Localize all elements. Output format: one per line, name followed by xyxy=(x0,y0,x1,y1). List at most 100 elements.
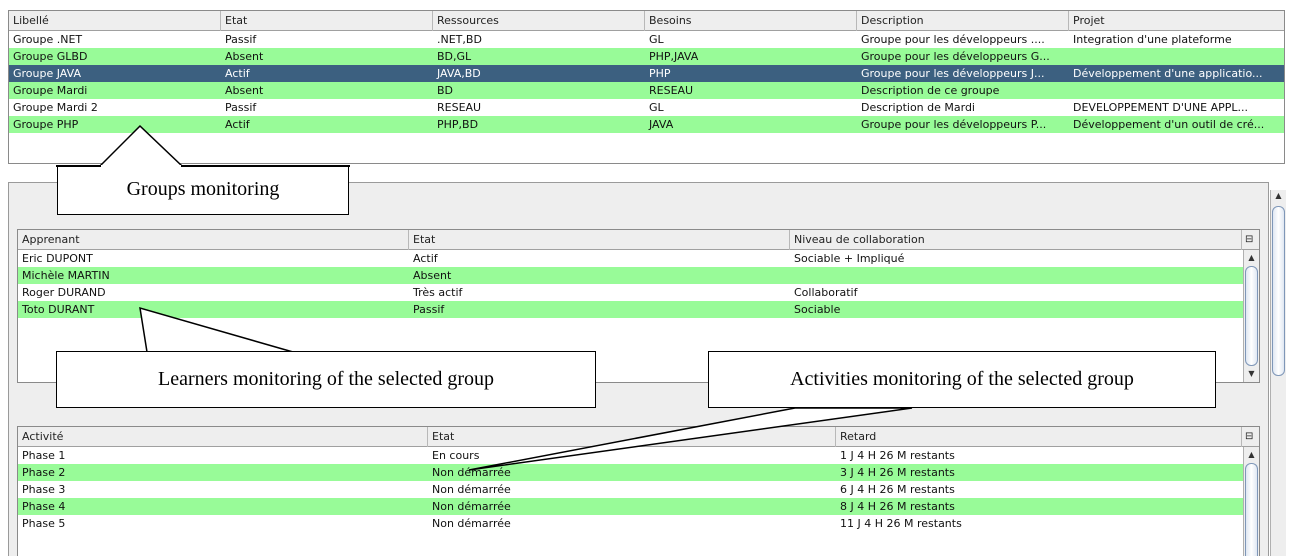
cell-activite: Phase 3 xyxy=(22,483,66,496)
cell-niveau xyxy=(790,267,1242,284)
cell-etat: Passif xyxy=(413,303,445,316)
cell-etat: Passif xyxy=(225,33,257,46)
cell-libelle: Groupe .NET xyxy=(13,33,83,46)
groups-table-body: Groupe .NET Passif .NET,BD GL Groupe pou… xyxy=(9,31,1284,133)
cell-libelle: Groupe Mardi xyxy=(13,84,88,97)
arrow-down-icon[interactable]: ▼ xyxy=(1244,368,1259,380)
table-row[interactable]: Toto DURANT Passif Sociable xyxy=(18,301,1259,318)
cell-niveau: Sociable xyxy=(794,303,841,316)
cell-description: Description de ce groupe xyxy=(861,84,1000,97)
column-header-activite[interactable]: Activité xyxy=(18,427,428,447)
arrow-up-icon[interactable]: ▲ xyxy=(1244,252,1259,264)
cell-libelle: Groupe JAVA xyxy=(13,67,81,80)
cell-projet: Integration d'une plateforme xyxy=(1073,33,1232,46)
cell-activite: Phase 2 xyxy=(22,466,66,479)
cell-etat: Absent xyxy=(225,84,264,97)
cell-description: Description de Mardi xyxy=(861,101,975,114)
table-row[interactable]: Groupe Mardi 2 Passif RESEAU GL Descript… xyxy=(9,99,1284,116)
cell-projet xyxy=(1069,82,1284,99)
column-header-apprenant[interactable]: Apprenant xyxy=(18,230,409,250)
column-header-libelle[interactable]: Libellé xyxy=(9,11,221,31)
cell-activite: Phase 5 xyxy=(22,517,66,530)
cell-ressources: .NET,BD xyxy=(437,33,482,46)
column-header-ressources[interactable]: Ressources xyxy=(433,11,645,31)
cell-retard: 8 J 4 H 26 M restants xyxy=(840,500,955,513)
groups-table: Libellé Etat Ressources Besoins Descript… xyxy=(8,10,1285,164)
cell-etat: Actif xyxy=(225,67,250,80)
table-row[interactable]: Michèle MARTIN Absent xyxy=(18,267,1259,284)
callout-learners-monitoring: Learners monitoring of the selected grou… xyxy=(56,351,596,408)
cell-ressources: PHP,BD xyxy=(437,118,479,131)
activities-table: Activité Etat Retard ⊟ Phase 1 En cours … xyxy=(17,426,1260,556)
column-control-icon[interactable]: ⊟ xyxy=(1242,230,1259,250)
scrollbar-thumb[interactable] xyxy=(1272,206,1285,376)
cell-besoins: JAVA xyxy=(649,118,674,131)
table-row[interactable]: Roger DURAND Très actif Collaboratif xyxy=(18,284,1259,301)
cell-description: Groupe pour les développeurs .... xyxy=(861,33,1045,46)
cell-niveau: Collaboratif xyxy=(794,286,858,299)
column-header-etat[interactable]: Etat xyxy=(221,11,433,31)
column-header-retard[interactable]: Retard xyxy=(836,427,1242,447)
column-header-etat[interactable]: Etat xyxy=(409,230,790,250)
cell-ressources: JAVA,BD xyxy=(437,67,481,80)
cell-etat: Passif xyxy=(225,101,257,114)
cell-projet xyxy=(1069,48,1284,65)
groups-table-header: Libellé Etat Ressources Besoins Descript… xyxy=(9,11,1284,31)
column-control-icon[interactable]: ⊟ xyxy=(1242,427,1259,447)
column-header-niveau-collaboration[interactable]: Niveau de collaboration xyxy=(790,230,1242,250)
column-header-besoins[interactable]: Besoins xyxy=(645,11,857,31)
cell-niveau: Sociable + Impliqué xyxy=(794,252,905,265)
table-row[interactable]: Phase 5 Non démarrée 11 J 4 H 26 M resta… xyxy=(18,515,1259,532)
cell-apprenant: Michèle MARTIN xyxy=(22,269,110,282)
cell-libelle: Groupe GLBD xyxy=(13,50,88,63)
table-row-selected[interactable]: Groupe JAVA Actif JAVA,BD PHP Groupe pou… xyxy=(9,65,1284,82)
cell-etat: Non démarrée xyxy=(432,500,511,513)
activities-table-header: Activité Etat Retard ⊟ xyxy=(18,427,1259,447)
callout-groups-monitoring: Groups monitoring xyxy=(57,165,349,215)
learners-scrollbar[interactable]: ▲ ▼ xyxy=(1243,250,1259,382)
arrow-up-icon[interactable]: ▲ xyxy=(1271,190,1286,202)
table-row[interactable]: Groupe PHP Actif PHP,BD JAVA Groupe pour… xyxy=(9,116,1284,133)
cell-apprenant: Roger DURAND xyxy=(22,286,106,299)
cell-besoins: RESEAU xyxy=(649,84,694,97)
cell-description: Groupe pour les développeurs G... xyxy=(861,50,1050,63)
table-row[interactable]: Phase 3 Non démarrée 6 J 4 H 26 M restan… xyxy=(18,481,1259,498)
table-row[interactable]: Phase 4 Non démarrée 8 J 4 H 26 M restan… xyxy=(18,498,1259,515)
scrollbar-thumb[interactable] xyxy=(1245,266,1258,366)
cell-etat: Très actif xyxy=(413,286,463,299)
cell-etat: Non démarrée xyxy=(432,466,511,479)
table-row[interactable]: Groupe Mardi Absent BD RESEAU Descriptio… xyxy=(9,82,1284,99)
column-header-description[interactable]: Description xyxy=(857,11,1069,31)
cell-besoins: GL xyxy=(649,101,664,114)
activities-table-body: Phase 1 En cours 1 J 4 H 26 M restants P… xyxy=(18,447,1259,532)
cell-besoins: PHP,JAVA xyxy=(649,50,699,63)
cell-ressources: BD xyxy=(437,84,454,97)
cell-libelle: Groupe Mardi 2 xyxy=(13,101,98,114)
learners-table-header: Apprenant Etat Niveau de collaboration ⊟ xyxy=(18,230,1259,250)
cell-retard: 1 J 4 H 26 M restants xyxy=(840,449,955,462)
cell-activite: Phase 4 xyxy=(22,500,66,513)
column-header-etat[interactable]: Etat xyxy=(428,427,836,447)
cell-etat: Actif xyxy=(225,118,250,131)
scrollbar-thumb[interactable] xyxy=(1245,463,1258,556)
groups-callout-top-edge-right xyxy=(181,165,350,167)
cell-besoins: GL xyxy=(649,33,664,46)
activities-scrollbar[interactable]: ▲ xyxy=(1243,447,1259,556)
cell-apprenant: Toto DURANT xyxy=(22,303,95,316)
table-row[interactable]: Groupe GLBD Absent BD,GL PHP,JAVA Groupe… xyxy=(9,48,1284,65)
table-row[interactable]: Phase 1 En cours 1 J 4 H 26 M restants xyxy=(18,447,1259,464)
cell-etat: Absent xyxy=(413,269,452,282)
panel-scrollbar[interactable]: ▲ xyxy=(1270,190,1286,556)
cell-apprenant: Eric DUPONT xyxy=(22,252,93,265)
arrow-up-icon[interactable]: ▲ xyxy=(1244,449,1259,461)
column-header-projet[interactable]: Projet xyxy=(1069,11,1284,31)
table-row[interactable]: Groupe .NET Passif .NET,BD GL Groupe pou… xyxy=(9,31,1284,48)
table-row[interactable]: Phase 2 Non démarrée 3 J 4 H 26 M restan… xyxy=(18,464,1259,481)
cell-description: Groupe pour les développeurs J... xyxy=(861,67,1045,80)
cell-activite: Phase 1 xyxy=(22,449,66,462)
callout-activities-monitoring: Activities monitoring of the selected gr… xyxy=(708,351,1216,408)
cell-etat: Actif xyxy=(413,252,438,265)
table-row[interactable]: Eric DUPONT Actif Sociable + Impliqué xyxy=(18,250,1259,267)
cell-projet: Développement d'un outil de cré... xyxy=(1073,118,1265,131)
cell-retard: 11 J 4 H 26 M restants xyxy=(840,517,962,530)
